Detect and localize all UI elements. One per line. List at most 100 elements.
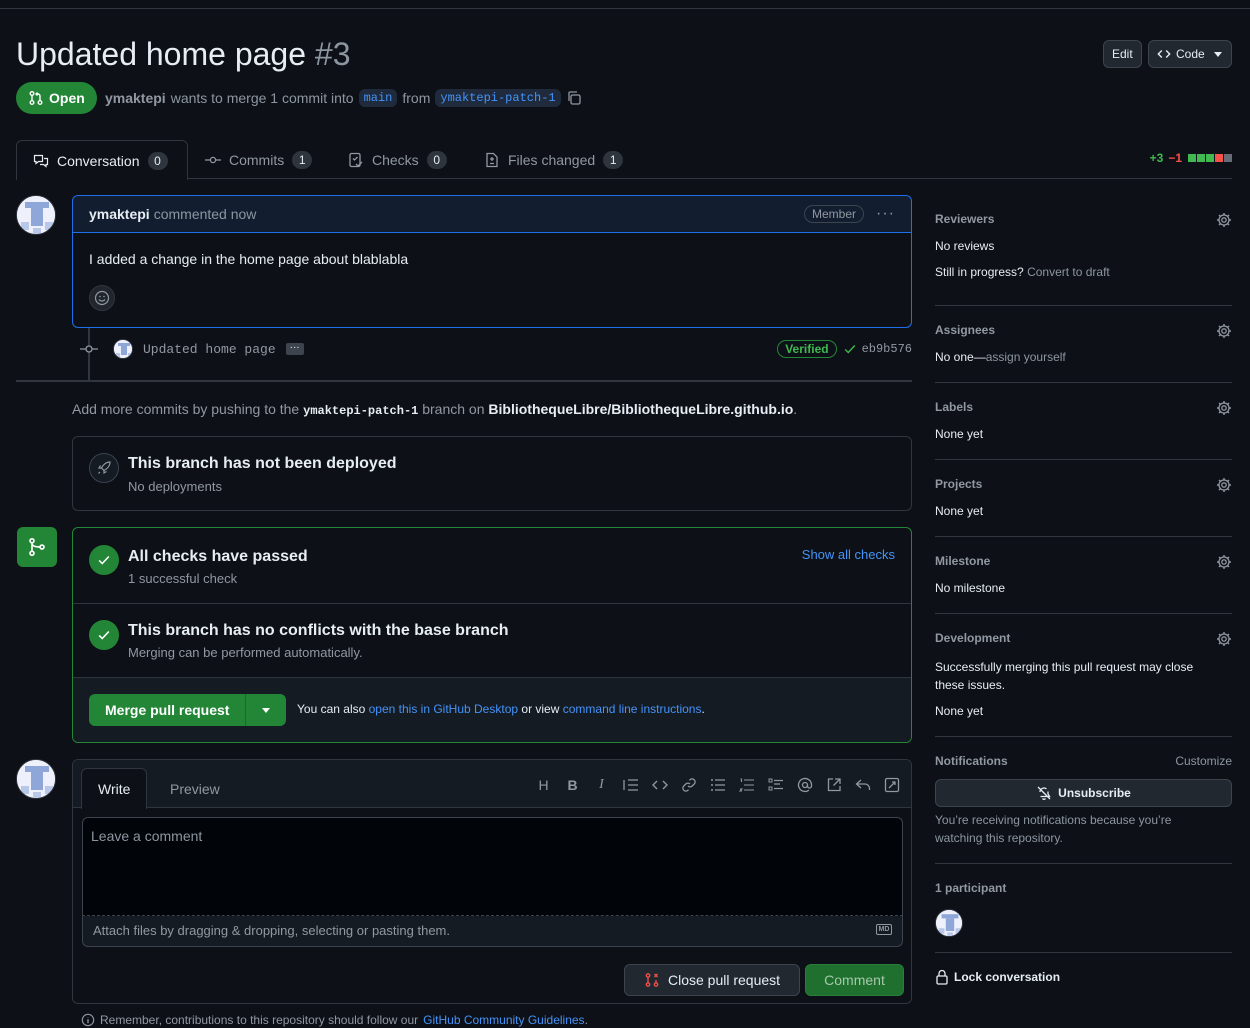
lock-conversation-label: Lock conversation xyxy=(954,970,1061,984)
pull-request-icon xyxy=(28,90,44,106)
development-heading[interactable]: Development xyxy=(935,631,1232,645)
attach-files-area[interactable]: Attach files by dragging & dropping, sel… xyxy=(82,916,903,947)
community-guidelines-link[interactable]: GitHub Community Guidelines xyxy=(423,1013,584,1027)
repo-link[interactable]: BibliothequeLibre/BibliothequeLibre.gith… xyxy=(488,401,793,417)
milestone-heading[interactable]: Milestone xyxy=(935,554,1232,568)
tab-checks[interactable]: Checks 0 xyxy=(348,140,447,179)
github-desktop-link[interactable]: open this in GitHub Desktop xyxy=(369,702,518,716)
lock-icon xyxy=(935,969,949,985)
base-branch[interactable]: main xyxy=(358,89,398,107)
add-more-suffix: . xyxy=(793,401,798,417)
smiley-icon[interactable] xyxy=(89,285,115,311)
avatar[interactable] xyxy=(16,759,56,799)
tab-conversation[interactable]: Conversation 0 xyxy=(16,140,188,180)
verified-badge[interactable]: Verified xyxy=(777,340,837,358)
fullscreen-icon[interactable] xyxy=(882,776,901,794)
assign-yourself-link[interactable]: assign yourself xyxy=(986,350,1066,364)
author-link[interactable]: ymaktepi xyxy=(105,90,166,106)
quote-icon[interactable] xyxy=(621,776,640,794)
code-icon[interactable] xyxy=(650,776,669,794)
tab-conversation-label: Conversation xyxy=(57,152,140,169)
pr-number: #3 xyxy=(314,36,351,72)
assignees-value: No one— xyxy=(935,350,986,364)
gear-icon[interactable] xyxy=(1216,554,1232,570)
customize-link[interactable]: Customize xyxy=(1175,754,1232,768)
heading-icon[interactable]: H xyxy=(534,776,553,794)
gear-icon[interactable] xyxy=(1216,631,1232,647)
gear-icon[interactable] xyxy=(1216,212,1232,228)
edit-button-label: Edit xyxy=(1112,47,1133,61)
tab-write[interactable]: Write xyxy=(81,768,148,809)
gear-icon[interactable] xyxy=(1216,477,1232,493)
gear-icon[interactable] xyxy=(1216,400,1232,416)
diffstat-deletions: −1 xyxy=(1168,151,1182,165)
mention-icon[interactable] xyxy=(795,776,814,794)
numbered-list-icon[interactable] xyxy=(737,776,756,794)
tab-commits[interactable]: Commits 1 xyxy=(205,140,313,179)
expand-commit-button[interactable]: ··· xyxy=(285,343,304,355)
development-value: None yet xyxy=(935,704,984,718)
diffstat-bar xyxy=(1187,154,1232,162)
kebab-horizontal-icon[interactable]: ··· xyxy=(876,205,895,223)
sidebar-divider xyxy=(935,459,1232,460)
add-more-middle: branch on xyxy=(422,401,485,417)
commit-icon xyxy=(80,341,98,357)
new-comment-box: Write Preview H B I Leave a comment Atta… xyxy=(72,759,912,1004)
head-branch[interactable]: ymaktepi-patch-1 xyxy=(435,89,561,107)
link-icon[interactable] xyxy=(679,776,698,794)
attach-files-text: Attach files by dragging & dropping, sel… xyxy=(93,923,450,938)
comment-textarea[interactable]: Leave a comment xyxy=(82,817,903,916)
projects-heading[interactable]: Projects xyxy=(935,477,1232,491)
avatar[interactable] xyxy=(16,195,56,235)
comment-author[interactable]: ymaktepi xyxy=(89,206,150,222)
projects-value: None yet xyxy=(935,504,984,518)
tab-preview[interactable]: Preview xyxy=(154,768,236,809)
milestone-value: No milestone xyxy=(935,581,1006,595)
check-circle-icon xyxy=(89,620,119,650)
task-list-icon[interactable] xyxy=(766,776,785,794)
merge-method-dropdown[interactable] xyxy=(246,694,287,726)
caret-down-icon xyxy=(1213,51,1222,57)
participant-avatar[interactable] xyxy=(935,909,963,937)
bulleted-list-icon[interactable] xyxy=(708,776,727,794)
commit-avatar[interactable] xyxy=(113,339,133,359)
reviewers-heading[interactable]: Reviewers xyxy=(935,212,1232,226)
edit-button[interactable]: Edit xyxy=(1103,40,1142,68)
bold-icon[interactable]: B xyxy=(563,776,582,794)
conflicts-section: This branch has no conflicts with the ba… xyxy=(73,604,911,678)
status-label: Open xyxy=(49,90,85,106)
commit-message[interactable]: Updated home page xyxy=(143,342,276,357)
assignees-row: No one—assign yourself xyxy=(935,350,1232,364)
reply-icon[interactable] xyxy=(853,776,872,794)
add-more-commits: Add more commits by pushing to the ymakt… xyxy=(72,401,797,418)
convert-to-draft-link[interactable]: Convert to draft xyxy=(1027,265,1110,279)
comment-timestamp[interactable]: commented now xyxy=(154,206,257,222)
sidebar-divider xyxy=(935,305,1232,306)
close-pull-request-button[interactable]: Close pull request xyxy=(624,964,800,996)
comment-button[interactable]: Comment xyxy=(805,964,904,996)
tab-files-changed[interactable]: Files changed 1 xyxy=(484,140,624,179)
assignees-heading[interactable]: Assignees xyxy=(935,323,1232,337)
commit-sha[interactable]: eb9b576 xyxy=(843,342,912,356)
gear-icon[interactable] xyxy=(1216,323,1232,339)
command-line-instructions-link[interactable]: command line instructions xyxy=(563,702,702,716)
italic-icon[interactable]: I xyxy=(592,776,611,794)
pr-title-text: Updated home page xyxy=(16,36,306,72)
add-more-branch: ymaktepi-patch-1 xyxy=(303,404,419,418)
show-all-checks-link[interactable]: Show all checks xyxy=(802,547,895,562)
from-text: from xyxy=(402,90,431,106)
merge-pull-request-button[interactable]: Merge pull request xyxy=(89,694,247,726)
sidebar-participants: 1 participant xyxy=(935,881,1232,895)
lock-conversation-link[interactable]: Lock conversation xyxy=(935,969,1232,985)
copy-icon[interactable] xyxy=(566,90,582,106)
code-dropdown-button[interactable]: Code xyxy=(1148,40,1232,68)
tab-conversation-count: 0 xyxy=(147,151,168,170)
sidebar-divider xyxy=(935,952,1232,953)
markdown-icon[interactable]: MD xyxy=(876,924,892,935)
commit-sha-text: eb9b576 xyxy=(861,342,912,356)
draft-prefix: Still in progress? xyxy=(935,265,1024,279)
unsubscribe-button[interactable]: Unsubscribe xyxy=(935,779,1232,807)
labels-heading[interactable]: Labels xyxy=(935,400,1232,414)
cross-reference-icon[interactable] xyxy=(824,776,843,794)
caret-down-icon xyxy=(262,707,271,713)
